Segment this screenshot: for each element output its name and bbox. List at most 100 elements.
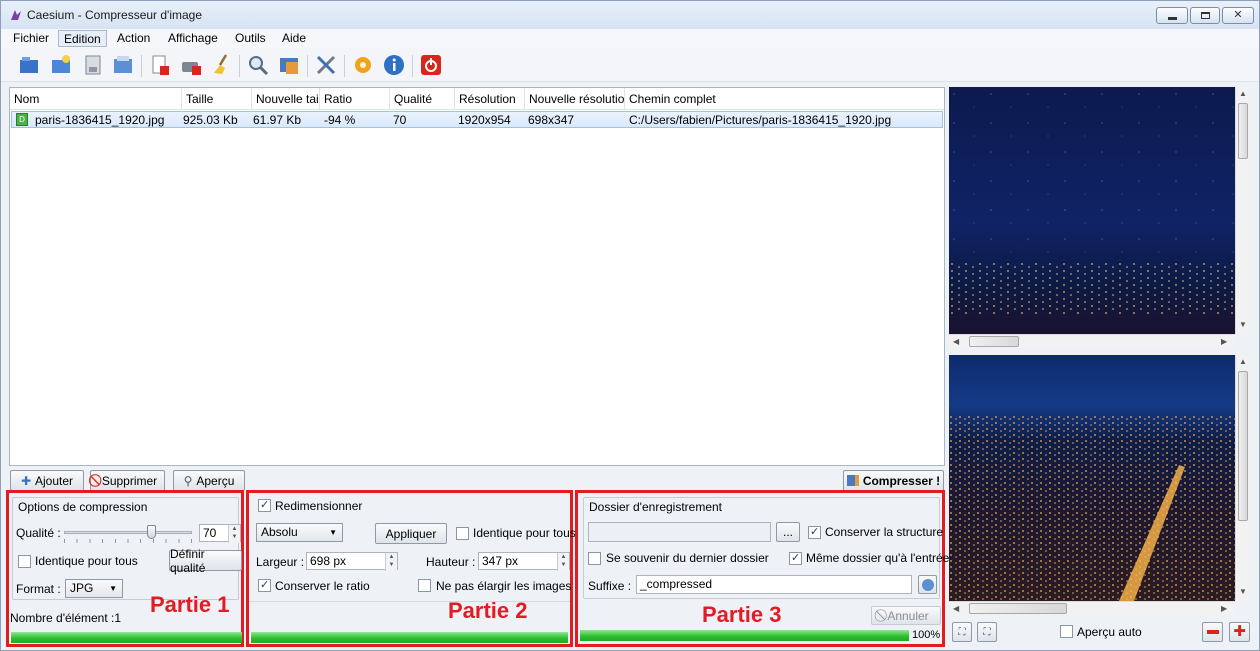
- column-header-size[interactable]: Taille: [182, 88, 252, 110]
- output-group-title: Dossier d'enregistrement: [589, 500, 723, 514]
- original-vscroll-thumb[interactable]: [1238, 103, 1248, 159]
- scroll-up-icon[interactable]: ▲: [1239, 89, 1247, 98]
- original-vertical-scrollbar[interactable]: ▲ ▼: [1235, 87, 1249, 334]
- cancel-button[interactable]: ⃠Annuler: [871, 606, 941, 625]
- remove-button[interactable]: ⃠Supprimer: [90, 470, 165, 491]
- compressed-horizontal-scrollbar[interactable]: ◀ ▶: [949, 601, 1235, 615]
- menu-aide[interactable]: Aide: [277, 30, 311, 47]
- preview-button[interactable]: ⚲ Aperçu: [173, 470, 245, 491]
- column-header-name[interactable]: Nom: [10, 88, 182, 110]
- close-button[interactable]: ✕: [1222, 7, 1254, 24]
- resize-enable-checkbox[interactable]: [258, 498, 271, 512]
- quality-slider[interactable]: [64, 525, 192, 545]
- settings-gear-icon[interactable]: [351, 53, 375, 77]
- menu-outils[interactable]: Outils: [230, 30, 271, 47]
- keep-structure-checkbox[interactable]: [808, 525, 821, 539]
- minimize-icon: [1167, 16, 1177, 20]
- annotation-part-2: Partie 2: [448, 598, 528, 623]
- original-hscroll-thumb[interactable]: [969, 336, 1019, 347]
- height-spin-arrows-icon[interactable]: ▲ ▼: [557, 553, 569, 571]
- column-header-new-size[interactable]: Nouvelle tai: [252, 88, 320, 110]
- compress-button[interactable]: Compresser !: [843, 470, 944, 491]
- same-quality-all-checkbox[interactable]: [18, 555, 31, 568]
- progress-bar-fill-middle: [251, 632, 568, 643]
- width-spin-arrows-icon[interactable]: ▲ ▼: [385, 553, 397, 571]
- height-input[interactable]: 347 px ▲ ▼: [478, 552, 570, 571]
- scroll-right-icon[interactable]: ▶: [1221, 337, 1227, 346]
- zoom-in-button[interactable]: ✚: [1229, 622, 1250, 642]
- refresh-icon: [921, 578, 934, 591]
- apply-button-label: Appliquer: [385, 526, 437, 541]
- column-header-full-path[interactable]: Chemin complet: [625, 88, 944, 110]
- width-input[interactable]: 698 px ▲ ▼: [306, 552, 398, 571]
- fit-window-button[interactable]: ⛶: [952, 622, 972, 642]
- quality-spinbox[interactable]: 70 ▲ ▼: [199, 524, 241, 543]
- search-icon[interactable]: [246, 53, 270, 77]
- column-header-resolution[interactable]: Résolution: [455, 88, 525, 110]
- actual-size-button[interactable]: ⛶: [977, 622, 997, 642]
- column-header-ratio[interactable]: Ratio: [320, 88, 390, 110]
- format-select[interactable]: JPG: [65, 579, 123, 598]
- column-header-new-resolution[interactable]: Nouvelle résolutio: [525, 88, 625, 110]
- compressed-vscroll-thumb[interactable]: [1238, 371, 1248, 521]
- compressed-preview[interactable]: ▲ ▼: [949, 355, 1249, 601]
- resize-same-all-checkbox[interactable]: [456, 527, 469, 540]
- keep-structure-label: Conserver la structure: [825, 525, 944, 539]
- image-preview-icon[interactable]: [277, 53, 301, 77]
- remember-folder-checkbox[interactable]: [588, 552, 601, 565]
- menu-action[interactable]: Action: [112, 30, 155, 47]
- scroll-down-icon-2[interactable]: ▼: [1239, 587, 1247, 596]
- scroll-down-icon[interactable]: ▼: [1239, 320, 1247, 329]
- menu-edition[interactable]: Edition: [58, 30, 107, 47]
- auto-preview-checkbox[interactable]: [1060, 625, 1073, 638]
- cell-full-path: C:/Users/fabien/Pictures/paris-1836415_1…: [629, 113, 892, 127]
- save-list-icon[interactable]: [81, 53, 105, 77]
- minimize-button[interactable]: [1156, 7, 1188, 24]
- plus-red-icon: ✚: [1233, 623, 1246, 640]
- scroll-up-icon-2[interactable]: ▲: [1239, 357, 1247, 366]
- file-table[interactable]: Nom Taille Nouvelle tai Ratio Qualité Ré…: [9, 87, 945, 466]
- quality-slider-thumb[interactable]: [147, 525, 156, 539]
- resize-mode-select[interactable]: Absolu: [256, 523, 343, 542]
- menu-affichage[interactable]: Affichage: [163, 30, 223, 47]
- reset-suffix-button[interactable]: [918, 575, 937, 594]
- compressed-vertical-scrollbar[interactable]: ▲ ▼: [1235, 355, 1249, 601]
- original-horizontal-scrollbar[interactable]: ◀ ▶: [949, 334, 1235, 348]
- file-status-icon: D: [16, 113, 28, 126]
- scroll-left-icon-2[interactable]: ◀: [953, 604, 959, 613]
- suffix-value: _compressed: [640, 577, 713, 591]
- power-exit-icon[interactable]: [419, 53, 443, 77]
- tools-icon[interactable]: [314, 53, 338, 77]
- clear-list-icon[interactable]: [179, 53, 203, 77]
- resize-enable-label: Redimensionner: [275, 499, 363, 513]
- define-quality-button[interactable]: Définir qualité: [169, 547, 242, 575]
- table-row[interactable]: D paris-1836415_1920.jpg 925.03 Kb 61.97…: [11, 111, 943, 128]
- column-header-quality[interactable]: Qualité: [390, 88, 455, 110]
- scroll-left-icon[interactable]: ◀: [953, 337, 959, 346]
- cell-name: paris-1836415_1920.jpg: [35, 113, 165, 127]
- keep-ratio-checkbox[interactable]: [258, 578, 271, 592]
- add-files-icon[interactable]: [17, 53, 41, 77]
- preview-button-label: Aperçu: [196, 473, 235, 488]
- no-enlarge-checkbox[interactable]: [418, 579, 431, 592]
- compressed-hscroll-thumb[interactable]: [969, 603, 1067, 614]
- spin-arrows-icon[interactable]: ▲ ▼: [228, 525, 240, 543]
- add-button[interactable]: ✚ Ajouter: [10, 470, 84, 491]
- maximize-button[interactable]: [1190, 7, 1220, 24]
- broom-icon[interactable]: [210, 53, 234, 77]
- menu-fichier[interactable]: Fichier: [8, 30, 54, 47]
- original-preview[interactable]: ▲ ▼: [949, 87, 1249, 334]
- zoom-out-button[interactable]: [1202, 622, 1223, 642]
- info-icon[interactable]: [382, 53, 406, 77]
- remove-item-icon[interactable]: [148, 53, 172, 77]
- suffix-input[interactable]: _compressed: [636, 575, 912, 594]
- browse-folder-button[interactable]: ...: [776, 522, 800, 542]
- same-folder-checkbox[interactable]: [789, 551, 802, 565]
- apply-button[interactable]: Appliquer: [375, 523, 447, 544]
- app-window: Caesium - Compresseur d'image ✕ Fichier …: [0, 0, 1260, 651]
- open-folder-icon[interactable]: [49, 53, 73, 77]
- scroll-right-icon-2[interactable]: ▶: [1221, 604, 1227, 613]
- open-list-icon[interactable]: [111, 53, 135, 77]
- progress-percent: 100%: [912, 629, 941, 641]
- output-folder-input[interactable]: [588, 522, 771, 542]
